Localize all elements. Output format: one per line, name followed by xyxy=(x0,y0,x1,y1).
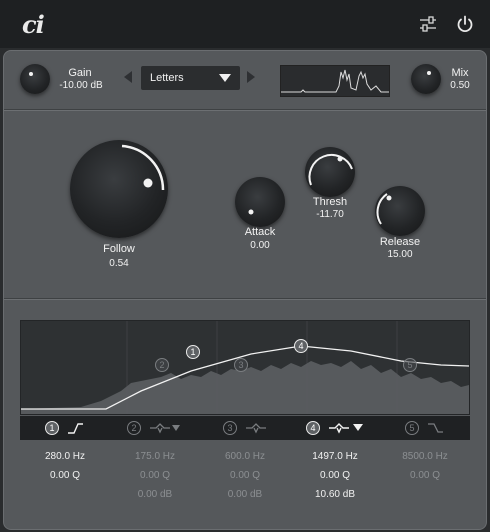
band-2-gain[interactable]: 0.00 dB xyxy=(115,489,195,500)
preset-prev-button[interactable] xyxy=(124,71,132,83)
chevron-down-icon xyxy=(219,74,231,82)
band-3-q[interactable]: 0.00 Q xyxy=(205,470,285,481)
thresh-knob[interactable] xyxy=(305,147,355,197)
eq-node-5[interactable]: 5 xyxy=(403,358,417,372)
thresh-label: Thresh xyxy=(312,196,348,208)
eq-graph[interactable]: 1 2 3 4 5 xyxy=(20,320,470,415)
band-tab-2[interactable]: 2 xyxy=(110,416,200,440)
gain-knob[interactable] xyxy=(20,64,50,94)
band-tab-5[interactable]: 5 xyxy=(380,416,470,440)
attack-value: 0.00 xyxy=(250,240,270,251)
preset-dropdown[interactable]: Letters xyxy=(141,66,240,90)
bell-icon xyxy=(329,423,363,434)
preset-next-button[interactable] xyxy=(247,71,255,83)
mix-label: Mix xyxy=(451,67,469,79)
sliders-icon[interactable] xyxy=(418,14,438,34)
follow-label: Follow xyxy=(103,243,135,255)
gain-value: -10.00 dB xyxy=(59,80,103,91)
band-4-freq[interactable]: 1497.0 Hz xyxy=(295,451,375,462)
attack-label: Attack xyxy=(244,226,276,238)
band-5-q[interactable]: 0.00 Q xyxy=(385,470,465,481)
app-logo: ci xyxy=(22,10,45,39)
eq-node-2[interactable]: 2 xyxy=(155,358,169,372)
mix-knob[interactable] xyxy=(411,64,441,94)
bell-icon xyxy=(246,423,266,434)
band-3-gain[interactable]: 0.00 dB xyxy=(205,489,285,500)
band-3-freq[interactable]: 600.0 Hz xyxy=(205,451,285,462)
follow-value: 0.54 xyxy=(109,258,129,269)
band-4-gain[interactable]: 10.60 dB xyxy=(295,489,375,500)
band-5-freq[interactable]: 8500.0 Hz xyxy=(385,451,465,462)
band-1-number: 1 xyxy=(45,421,59,435)
bell-icon xyxy=(150,423,180,434)
power-icon[interactable] xyxy=(455,14,475,34)
lowpass-icon xyxy=(428,423,443,433)
preset-selected: Letters xyxy=(150,72,184,84)
input-spectrum-display xyxy=(280,65,390,97)
eq-node-1[interactable]: 1 xyxy=(186,345,200,359)
band-5-number: 5 xyxy=(405,421,419,435)
release-knob[interactable] xyxy=(375,186,425,236)
band-selector-bar: 1 2 3 4 5 xyxy=(20,416,470,440)
band-tab-4[interactable]: 4 xyxy=(290,416,380,440)
highpass-icon xyxy=(68,423,83,434)
top-bar: ci xyxy=(0,0,490,48)
gain-label: Gain xyxy=(68,67,92,79)
band-4-number: 4 xyxy=(306,421,320,435)
eq-node-4[interactable]: 4 xyxy=(294,339,308,353)
band-2-freq[interactable]: 175.0 Hz xyxy=(115,451,195,462)
eq-node-3[interactable]: 3 xyxy=(234,358,248,372)
band-1-q[interactable]: 0.00 Q xyxy=(25,470,105,481)
band-3-number: 3 xyxy=(223,421,237,435)
mix-value: 0.50 xyxy=(450,80,470,91)
band-tab-3[interactable]: 3 xyxy=(200,416,290,440)
band-tab-1[interactable]: 1 xyxy=(20,416,110,440)
follow-knob[interactable] xyxy=(70,140,168,238)
band-2-number: 2 xyxy=(127,421,141,435)
band-4-q[interactable]: 0.00 Q xyxy=(295,470,375,481)
band-2-q[interactable]: 0.00 Q xyxy=(115,470,195,481)
release-label: Release xyxy=(379,236,421,248)
thresh-value: -11.70 xyxy=(316,209,344,220)
release-value: 15.00 xyxy=(387,249,413,260)
band-1-freq[interactable]: 280.0 Hz xyxy=(25,451,105,462)
attack-knob[interactable] xyxy=(235,177,285,227)
